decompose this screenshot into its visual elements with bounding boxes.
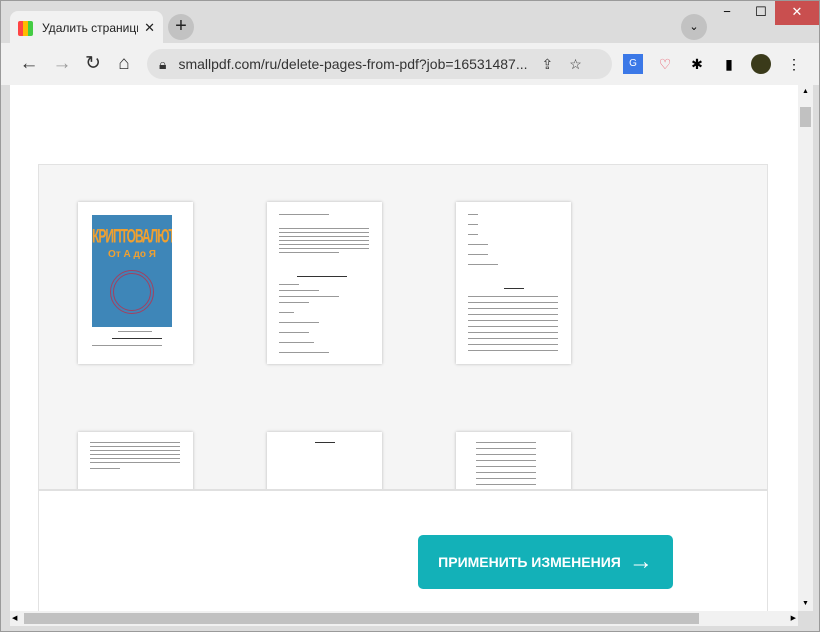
tab-strip: Удалить страницы из PDF: удаля ✕ + ⌄ − ☐… [1,1,819,45]
page-thumbnail-2[interactable] [267,202,382,364]
book-cover-image: КРИПТОВАЛЮТЫ От А до Я [92,215,172,327]
vertical-scrollbar[interactable]: ▲ ▼ [798,85,813,611]
back-icon[interactable]: ← [16,51,42,77]
reload-icon[interactable]: ↻ [80,51,106,77]
page-thumbnail-1[interactable]: КРИПТОВАЛЮТЫ От А до Я [78,202,193,364]
extensions-puzzle-icon[interactable]: ✱ [687,54,707,74]
smallpdf-favicon-icon [18,20,33,36]
browser-window: Удалить страницы из PDF: удаля ✕ + ⌄ − ☐… [0,0,820,632]
scroll-right-icon[interactable]: ▶ [791,611,796,626]
side-panel-icon[interactable]: ▮ [719,54,739,74]
scroll-down-icon[interactable]: ▼ [798,597,813,611]
page-content: КРИПТОВАЛЮТЫ От А до Я [10,85,798,611]
address-bar[interactable]: 🔒︎ smallpdf.com/ru/delete-pages-from-pdf… [147,49,612,79]
translate-extension-icon[interactable]: G [623,54,643,74]
horizontal-scroll-thumb[interactable] [24,613,699,624]
home-icon[interactable]: ⌂ [111,51,137,77]
apply-changes-button[interactable]: ПРИМЕНИТЬ ИЗМЕНЕНИЯ → [418,535,673,589]
close-window-button[interactable]: ✕ [775,1,819,25]
scrollbar-corner [798,611,813,626]
horizontal-scrollbar[interactable]: ◀ ▶ [10,611,798,626]
tab-title: Удалить страницы из PDF: удаля [42,21,138,35]
vertical-scroll-thumb[interactable] [800,107,811,127]
share-icon[interactable]: ⇪ [542,56,554,73]
scroll-left-icon[interactable]: ◀ [12,611,17,626]
profile-avatar[interactable] [751,54,771,74]
tab-search-chevron-icon[interactable]: ⌄ [681,14,707,40]
lock-icon: 🔒︎ [159,55,167,72]
apply-changes-label: ПРИМЕНИТЬ ИЗМЕНЕНИЯ [438,554,621,570]
url-text: smallpdf.com/ru/delete-pages-from-pdf?jo… [178,56,528,72]
scroll-up-icon[interactable]: ▲ [798,85,813,99]
cover-graphic [110,270,154,314]
pocket-extension-icon[interactable]: ♡ [655,54,675,74]
forward-icon[interactable]: → [49,51,75,77]
action-bar: ПРИМЕНИТЬ ИЗМЕНЕНИЯ → [38,489,768,611]
minimize-button[interactable]: − [709,1,745,25]
cover-title: КРИПТОВАЛЮТЫ [92,224,172,248]
tab-close-icon[interactable]: ✕ [144,20,155,36]
page-thumbnail-3[interactable] [456,202,571,364]
bookmark-star-icon[interactable]: ☆ [569,56,582,73]
arrow-right-icon: → [628,548,653,575]
browser-toolbar: ← → ↻ ⌂ 🔒︎ smallpdf.com/ru/delete-pages-… [1,43,819,85]
menu-kebab-icon[interactable]: ⋮ [784,54,804,74]
tab-active[interactable]: Удалить страницы из PDF: удаля ✕ [10,11,163,45]
new-tab-button[interactable]: + [168,14,194,40]
maximize-button[interactable]: ☐ [743,1,779,25]
cover-subtitle: От А до Я [108,249,156,260]
